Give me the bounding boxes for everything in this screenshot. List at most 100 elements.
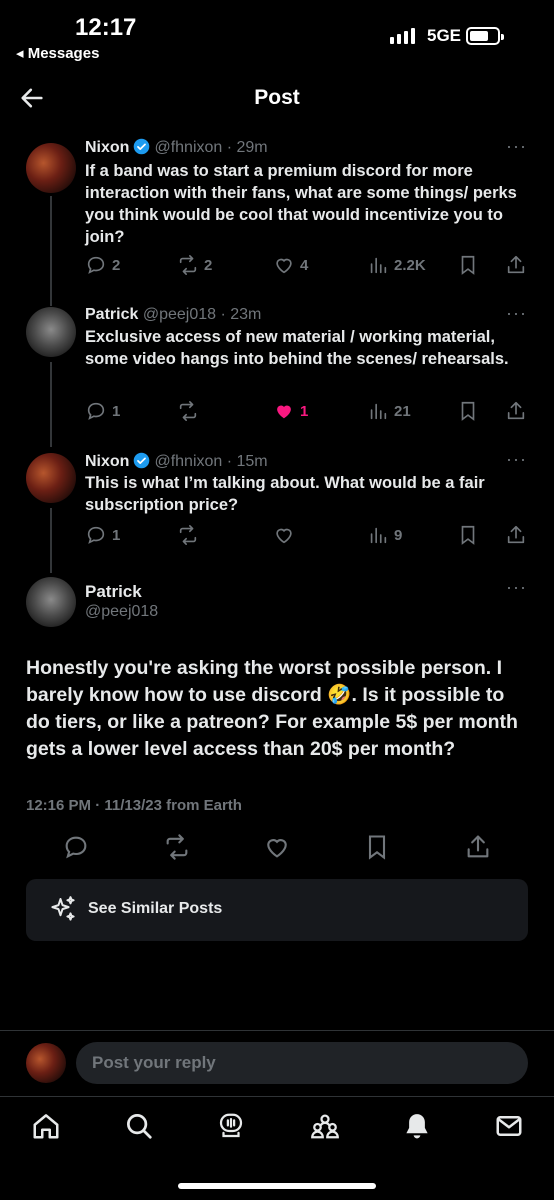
post-text: Honestly you're asking the worst possibl… (26, 657, 518, 760)
verified-badge-icon (134, 138, 150, 155)
thread-line (50, 196, 52, 306)
views-icon (370, 257, 387, 274)
reply-icon (87, 256, 105, 274)
status-bar: 12:17 ◂ Messages 5GE (0, 0, 554, 68)
repost-icon[interactable] (163, 833, 191, 861)
avatar[interactable] (26, 577, 76, 627)
post-meta: Nixon @fhnixon · 29m (85, 138, 268, 157)
network-type: 5GE (427, 26, 462, 45)
author-handle: @fhnixon · 15m (154, 453, 268, 470)
search-icon[interactable] (124, 1111, 154, 1141)
status-time: 12:17 (75, 14, 137, 41)
reply-count: 2 (112, 256, 121, 274)
notifications-icon[interactable] (402, 1111, 432, 1141)
bookmark-icon[interactable] (457, 524, 479, 546)
author-name[interactable]: Patrick (85, 306, 138, 323)
messages-icon[interactable] (494, 1111, 524, 1141)
communities-icon[interactable] (310, 1111, 340, 1141)
signal-icon (390, 28, 415, 44)
like-count: 1 (300, 402, 309, 420)
bookmark-icon[interactable] (457, 254, 479, 276)
author-name[interactable]: Nixon (85, 453, 129, 470)
post-timestamp: 12:16 PM · 11/13/23 from Earth (26, 797, 242, 814)
post-actions: 1 1 21 (85, 400, 530, 424)
reply-button[interactable]: 2 (85, 254, 120, 276)
post-text: Exclusive access of new material / worki… (85, 328, 509, 368)
battery-icon (466, 27, 504, 45)
post-text: This is what I’m talking about. What wou… (85, 474, 485, 514)
reply-icon (87, 402, 105, 420)
views-button[interactable]: 21 (367, 400, 411, 422)
reply-post[interactable]: Nixon @fhnixon · 29m ··· If a band was to… (0, 136, 554, 306)
more-options-icon[interactable]: ··· (506, 303, 527, 324)
author-name[interactable]: Patrick (85, 582, 142, 602)
views-icon (370, 527, 387, 544)
header: Post (0, 72, 554, 126)
see-similar-posts-label: See Similar Posts (88, 900, 223, 917)
author-handle: @fhnixon · 29m (154, 139, 268, 156)
thread-line (50, 508, 52, 573)
grok-icon[interactable] (216, 1111, 246, 1141)
repost-icon (179, 525, 197, 545)
main-post-actions (0, 833, 554, 863)
bookmark-icon[interactable] (457, 400, 479, 422)
more-options-icon[interactable]: ··· (506, 449, 527, 470)
share-icon[interactable] (505, 524, 527, 546)
reply-count: 1 (112, 402, 121, 420)
home-indicator[interactable] (178, 1183, 376, 1189)
views-icon (370, 403, 387, 420)
see-similar-posts-button[interactable]: See Similar Posts (26, 879, 528, 941)
more-options-icon[interactable]: ··· (506, 136, 527, 157)
author-handle[interactable]: @peej018 (85, 603, 158, 621)
reply-icon (87, 526, 105, 544)
reply-button[interactable]: 1 (85, 400, 120, 422)
share-icon[interactable] (505, 254, 527, 276)
like-count: 4 (300, 256, 309, 274)
post-meta: Patrick @peej018 · 23m (85, 306, 261, 324)
repost-icon (179, 255, 197, 275)
more-options-icon[interactable]: ··· (506, 577, 527, 598)
reply-icon[interactable] (62, 833, 90, 861)
avatar[interactable] (26, 143, 76, 193)
avatar[interactable] (26, 1043, 66, 1083)
author-handle: @peej018 · 23m (142, 306, 262, 323)
repost-icon (179, 401, 197, 421)
post-actions: 1 9 (85, 524, 530, 548)
like-button[interactable]: 4 (273, 254, 308, 276)
heart-icon (276, 528, 292, 544)
verified-badge-icon (134, 452, 150, 469)
post-location: from Earth (161, 797, 242, 814)
views-count: 9 (394, 526, 403, 544)
heart-filled-icon (277, 405, 291, 419)
repost-button[interactable]: 2 (177, 254, 212, 276)
page-title: Post (254, 86, 300, 109)
like-button[interactable]: 1 (273, 400, 308, 422)
share-icon[interactable] (464, 833, 492, 861)
post-actions: 2 2 4 2.2K (85, 254, 530, 278)
repost-button[interactable] (177, 400, 204, 422)
reply-button[interactable]: 1 (85, 524, 120, 546)
views-button[interactable]: 2.2K (367, 254, 426, 276)
post-datetime: 12:16 PM · 11/13/23 (26, 797, 162, 814)
reply-count: 1 (112, 526, 121, 544)
reply-input[interactable] (76, 1042, 528, 1084)
author-name[interactable]: Nixon (85, 139, 129, 156)
sparkle-icon (51, 896, 75, 921)
repost-button[interactable] (177, 524, 204, 546)
post-text: If a band was to start a premium discord… (85, 162, 517, 246)
repost-count: 2 (204, 256, 213, 274)
reply-post[interactable]: Nixon @fhnixon · 15m ··· This is what I’m… (0, 449, 554, 573)
avatar[interactable] (26, 307, 76, 357)
back-to-messages-link[interactable]: ◂ Messages (16, 44, 99, 62)
reply-bar (0, 1030, 554, 1096)
avatar[interactable] (26, 453, 76, 503)
heart-icon (276, 258, 292, 274)
share-icon[interactable] (505, 400, 527, 422)
bookmark-icon[interactable] (363, 833, 391, 861)
heart-icon[interactable] (263, 833, 291, 861)
views-button[interactable]: 9 (367, 524, 402, 546)
reply-post[interactable]: Patrick @peej018 · 23m ··· Exclusive acc… (0, 303, 554, 447)
thread-line (50, 362, 52, 447)
home-icon[interactable] (31, 1111, 61, 1141)
like-button[interactable] (273, 524, 300, 546)
